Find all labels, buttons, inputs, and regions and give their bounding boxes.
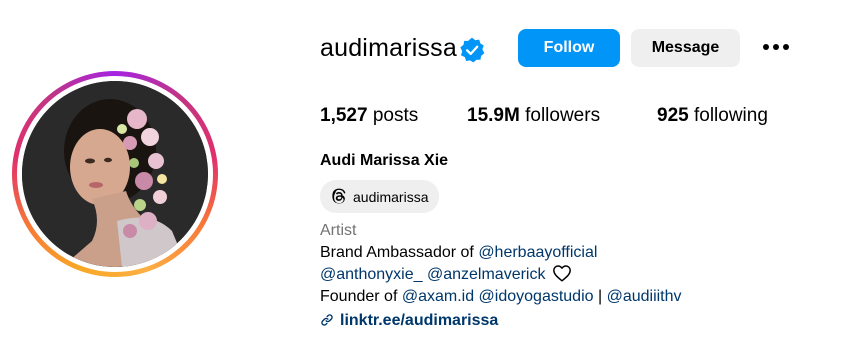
following-label: following: [693, 105, 768, 126]
heart-outline-icon: [553, 265, 571, 282]
posts-label: posts: [372, 105, 419, 126]
profile-avatar-ring[interactable]: [12, 71, 218, 277]
threads-badge[interactable]: audimarissa: [320, 180, 439, 213]
followers-stat[interactable]: 15.9M followers: [467, 105, 600, 127]
external-link-row[interactable]: linktr.ee/audimarissa: [320, 310, 498, 332]
threads-handle: audimarissa: [353, 188, 429, 205]
verified-badge-icon: [460, 37, 485, 63]
follow-button[interactable]: Follow: [518, 29, 620, 67]
mention-link[interactable]: @idoyogastudio: [479, 288, 594, 305]
followers-label: followers: [525, 105, 601, 126]
mention-link[interactable]: @herbaayofficial: [478, 244, 597, 261]
bio-line-1: Brand Ambassador of @herbaayofficial: [320, 242, 597, 264]
followers-count: 15.9M: [467, 105, 520, 126]
mention-link[interactable]: @anzelmaverick: [427, 266, 546, 283]
following-count: 925: [657, 105, 689, 126]
mention-link[interactable]: @axam.id: [402, 288, 474, 305]
bio-line-3: Founder of @axam.id @idoyogastudio | @au…: [320, 286, 682, 308]
profile-category: Artist: [320, 222, 357, 239]
mention-link[interactable]: @audiiithv: [607, 288, 682, 305]
external-link[interactable]: linktr.ee/audimarissa: [340, 312, 498, 329]
bio-text: Founder of: [320, 288, 402, 305]
profile-full-name: Audi Marissa Xie: [320, 152, 449, 169]
bio-separator: |: [593, 288, 607, 305]
message-button[interactable]: Message: [631, 29, 740, 67]
following-stat[interactable]: 925 following: [657, 105, 768, 127]
bio-text: Brand Ambassador of: [320, 244, 479, 261]
threads-icon: [332, 188, 346, 204]
profile-username: audimarissa: [320, 34, 457, 62]
avatar-portrait-image: [22, 81, 208, 267]
link-icon: [321, 314, 333, 326]
more-options-icon[interactable]: [762, 38, 790, 56]
mention-link[interactable]: @anthonyxie_: [320, 266, 423, 283]
bio-line-2: @anthonyxie_ @anzelmaverick: [320, 264, 572, 286]
avatar-gap: [17, 76, 213, 272]
profile-avatar: [22, 81, 208, 267]
posts-stat: 1,527 posts: [320, 105, 418, 127]
posts-count: 1,527: [320, 105, 368, 126]
